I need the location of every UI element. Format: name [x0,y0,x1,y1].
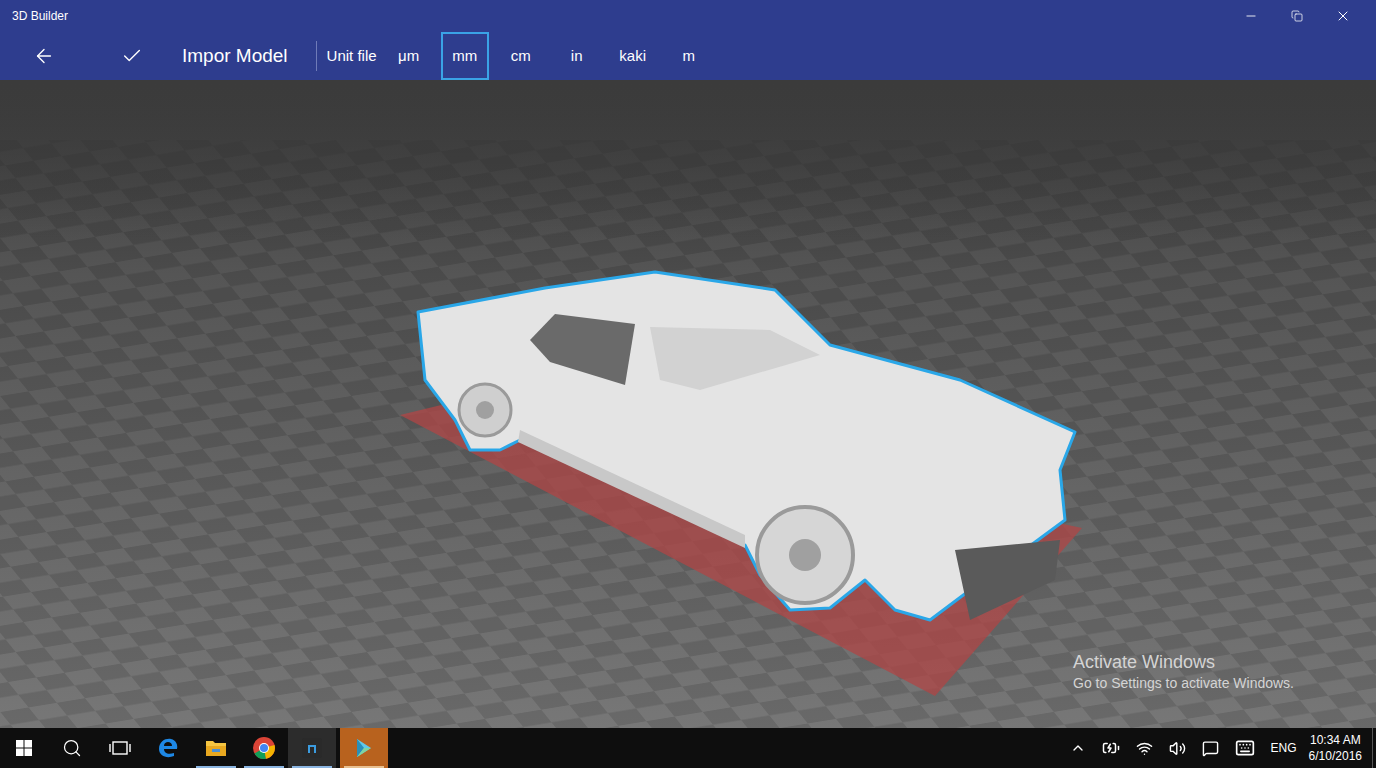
running-indicator [292,766,332,768]
windows-logo-icon [16,740,32,756]
system-tray: ENG 10:34 AM6/10/2016 [1062,728,1376,768]
language-indicator[interactable]: ENG [1271,739,1297,757]
taskbar-app[interactable] [48,728,96,768]
running-indicator [344,766,384,768]
close-icon [1335,8,1351,24]
toolbar: Impor Model Unit file μmmmcminkakim [0,32,1376,80]
minimize-icon [1244,9,1258,23]
desktop: 3D Builder Impor Model Unit file μmmmcminka… [0,0,1376,768]
unit-option[interactable]: μm [385,32,433,80]
toolbar-title: Impor Model [182,42,288,71]
edge-icon [156,736,180,760]
search-icon [62,738,82,758]
unit-label: Unit file [327,45,377,68]
car-model[interactable] [418,272,1075,620]
viewport: Activate WindowsGo to Settings to activa… [0,80,1376,728]
check-icon [121,45,143,67]
activation-watermark: Activate WindowsGo to Settings to activa… [1073,650,1294,692]
app-icon [301,737,323,759]
keyboard-icon[interactable] [1235,738,1255,758]
taskbar-app[interactable] [340,728,388,768]
tray-chevron-icon[interactable] [1070,740,1086,756]
model-viewport[interactable] [0,80,1376,728]
taskbar-app[interactable] [288,728,336,768]
unit-options: μmmmcminkakim [385,32,713,80]
title-bar: 3D Builder [0,0,1376,32]
window-title: 3D Builder [0,7,1228,25]
restore-icon [1291,10,1303,22]
taskbar: ENG 10:34 AM6/10/2016 [0,728,1376,768]
unit-option[interactable]: cm [497,32,545,80]
close-button[interactable] [1320,0,1366,32]
chrome-icon [252,736,276,760]
3d-builder-icon [351,735,377,761]
folder-icon [204,737,228,759]
wifi-icon[interactable] [1136,740,1153,757]
unit-option[interactable]: kaki [609,32,657,80]
taskbar-app[interactable] [96,728,144,768]
back-button[interactable] [20,32,68,80]
minimize-button[interactable] [1228,0,1274,32]
running-indicator [196,766,236,768]
clock[interactable]: 10:34 AM6/10/2016 [1309,732,1362,764]
battery-icon[interactable] [1102,739,1120,757]
taskbar-app[interactable] [144,728,192,768]
unit-option[interactable]: in [553,32,601,80]
task-view-icon [109,739,131,757]
taskbar-app[interactable] [240,728,288,768]
restore-button[interactable] [1274,0,1320,32]
unit-option[interactable]: m [665,32,713,80]
unit-option[interactable]: mm [441,32,489,80]
accept-button[interactable] [108,32,156,80]
notification-icon[interactable] [1202,740,1219,757]
volume-icon[interactable] [1169,740,1186,757]
separator [316,41,317,71]
start-button[interactable] [0,728,48,768]
taskbar-app[interactable] [192,728,240,768]
running-indicator [244,766,284,768]
show-desktop-button[interactable] [1372,728,1376,768]
back-arrow-icon [33,45,55,67]
